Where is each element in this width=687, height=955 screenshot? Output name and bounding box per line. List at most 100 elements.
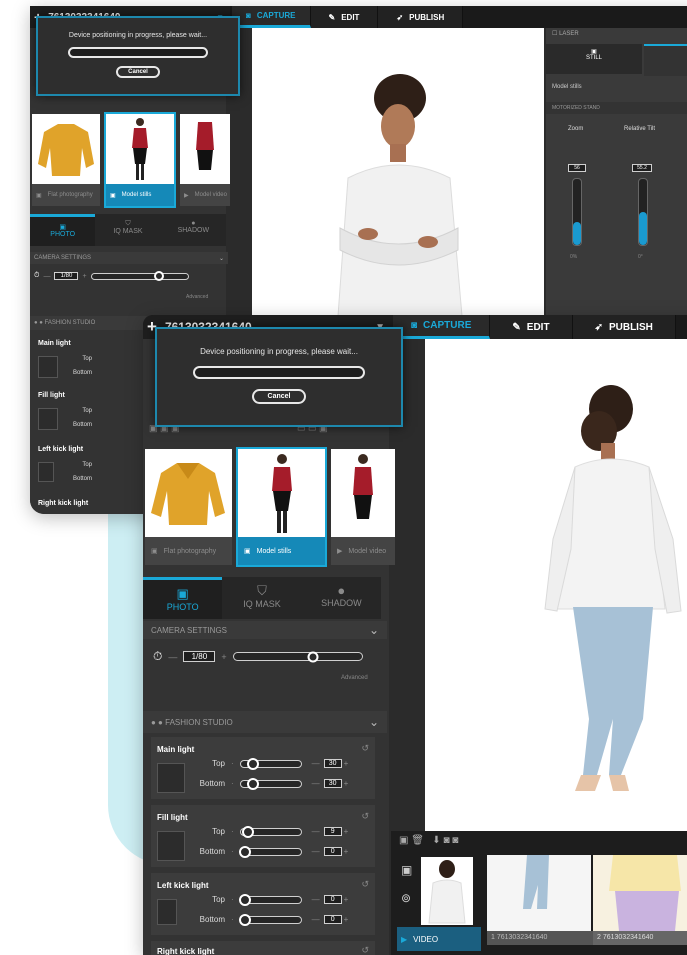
left-kick-top-row: Top · — 0 + [212,893,349,906]
thumb-model-video[interactable]: ▶ Model video [331,449,395,565]
tab-capture[interactable]: ◙ CAPTURE [232,6,311,28]
slider-knob[interactable] [239,893,252,906]
thumb-model-stills[interactable]: ▣ Model stills [236,447,327,567]
fashion-studio-header[interactable]: ● ● FASHION STUDIO⌄ [143,711,387,733]
light-preview-icon [38,356,58,378]
tab-edit[interactable]: ✎ EDIT [490,315,573,339]
shutter-slider[interactable] [90,271,189,281]
camera-icon[interactable]: ◙ [443,835,449,846]
chevron-down-icon[interactable]: ⌄ [369,715,379,729]
video-mode-button[interactable]: ▶ VIDEO [397,927,481,951]
shutter-slider[interactable] [232,651,363,662]
fill-light-top-slider[interactable] [239,825,302,838]
light-preview-icon [38,408,58,430]
laser-toggle[interactable]: ☐ LASER [552,30,579,37]
model-thumbnail-image [272,454,292,533]
left-kick-top-value[interactable]: 0 [323,895,342,904]
thumb-model-stills[interactable]: ▣ Model stills [104,112,176,208]
model-video-thumbnail-image [353,454,373,519]
select-icon[interactable]: ▣ [399,835,408,846]
bulb-icon: ● ● [151,717,163,727]
cancel-button[interactable]: Cancel [251,389,307,404]
360-icon[interactable]: ⊚ [401,891,411,905]
filmstrip-thumb-1[interactable] [487,855,591,931]
shutter-speed-value[interactable]: 1/80 [54,272,79,280]
fill-light-top-row: Top · — 9 + [212,825,349,838]
slider-knob[interactable] [247,777,260,790]
camera-icon[interactable]: ◙ [452,835,458,846]
thumb-model-video[interactable]: ▶ Model video [180,114,230,206]
left-kick-bottom-value[interactable]: 0 [323,915,342,924]
right-kick-light-block: Right kick light ↺ [151,941,375,955]
relative-tilt-value[interactable]: 55.2 [632,164,652,172]
slider-knob[interactable] [307,651,319,662]
capture-canvas[interactable] [252,28,544,317]
camera-settings-header[interactable]: CAMERA SETTINGS ⌄ [143,621,387,639]
shutter-speed-value[interactable]: 1/80 [183,651,216,662]
jacket-image [38,124,94,176]
left-kick-top-slider[interactable] [239,893,302,906]
main-light-bottom-value[interactable]: 30 [323,779,342,788]
mode-tabs: ▣ PHOTO ⛉ IQ MASK ● SHADOW [143,577,381,619]
slider-knob[interactable] [247,757,260,770]
tab-photo[interactable]: ▣ PHOTO [143,577,223,619]
capture-canvas[interactable] [425,339,687,831]
reset-icon[interactable]: ↺ [361,879,369,890]
zoom-value[interactable]: 56 [568,164,586,172]
play-icon: ▶ [401,934,408,944]
image-icon: ▣ [151,548,158,555]
slider-knob[interactable] [241,825,254,838]
still-tab[interactable]: ▣ STILL [546,44,642,74]
video-icon: ▶ [337,548,343,555]
fill-light-bottom-slider[interactable] [239,845,302,858]
image-icon: ▣ [110,192,116,199]
tab-shadow[interactable]: ● SHADOW [161,214,226,246]
reset-icon[interactable]: ↺ [361,811,369,822]
reset-icon[interactable]: ↺ [361,743,369,754]
filmstrip-thumb-2[interactable] [593,855,687,931]
tab-publish[interactable]: ➶ PUBLISH [378,6,464,28]
main-light-top-value[interactable]: 30 [323,759,342,768]
filmstrip-thumb-selected[interactable] [421,857,473,925]
left-kick-bottom-row: Bottom · — 0 + [199,913,349,926]
camera-settings-header[interactable]: CAMERA SETTINGS ⌄ [30,252,228,264]
video-tab[interactable] [644,44,687,76]
tab-iq-mask[interactable]: ⛉ IQ MASK [222,577,301,619]
zoom-slider[interactable] [572,178,582,246]
pin-icon[interactable]: ⬇ [432,835,440,846]
trash-icon[interactable]: 🗑 [411,835,424,846]
camera-icon: ◙ [246,11,251,20]
shield-icon: ⛉ [257,583,267,598]
dialog-message: Device positioning in progress, please w… [68,32,208,39]
photo-icon: ▣ [176,586,189,601]
left-kick-bottom-slider[interactable] [239,913,302,926]
relative-tilt-slider[interactable] [638,178,648,246]
tab-edit[interactable]: ✎ EDIT [310,6,379,28]
tab-shadow[interactable]: ● SHADOW [302,577,381,619]
shield-icon: ⛉ [125,220,131,227]
advanced-link[interactable]: Advanced [341,675,368,681]
cancel-button[interactable]: Cancel [116,66,160,78]
image-icon[interactable]: ▣ [401,863,412,877]
slider-knob[interactable] [153,271,164,281]
chevron-down-icon[interactable]: ⌄ [369,623,379,637]
main-tabs: ◙ CAPTURE ✎ EDIT ➶ PUBLISH [393,315,676,339]
chevron-down-icon[interactable]: ⌄ [219,255,224,262]
checkbox-icon[interactable]: ☐ [552,31,557,37]
main-light-bottom-row: Bottom · — 30 + [199,777,349,790]
tab-photo[interactable]: ▣ PHOTO [30,214,96,246]
advanced-link[interactable]: Advanced [186,294,208,300]
slider-knob[interactable] [239,913,252,926]
thumb-flat-photography[interactable]: ▣ Flat photography [145,449,232,565]
main-light-bottom-slider[interactable] [239,777,302,790]
main-light-block: Main light ↺ Top · — 30 + Bottom · — 30 … [151,737,375,799]
tab-publish[interactable]: ➶ PUBLISH [572,315,676,339]
slider-knob[interactable] [239,845,252,858]
photo-icon: ▣ [59,224,66,231]
fill-light-top-value[interactable]: 9 [323,827,342,836]
tab-iq-mask[interactable]: ⛉ IQ MASK [95,214,160,246]
tab-capture[interactable]: ◙ CAPTURE [393,315,491,339]
main-light-top-slider[interactable] [239,757,302,770]
fill-light-bottom-value[interactable]: 0 [323,847,342,856]
thumb-flat-photography[interactable]: ▣ Flat photography [32,114,100,206]
